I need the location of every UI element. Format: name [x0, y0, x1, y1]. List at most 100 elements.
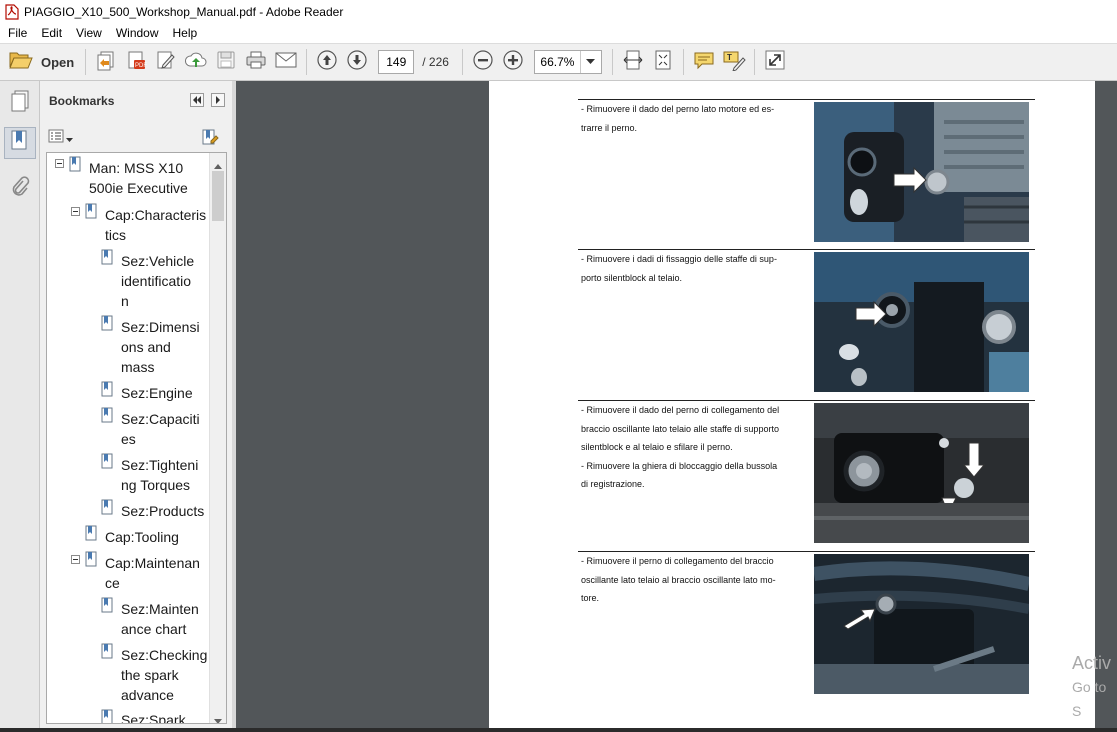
zoom-in-button[interactable]: [498, 47, 528, 77]
toolbar-separator: [461, 49, 463, 75]
open-button[interactable]: Open: [0, 47, 80, 77]
tree-collapse-toggle[interactable]: [55, 159, 64, 168]
chevron-down-icon[interactable]: [581, 59, 601, 65]
text-line: - Rimuovere il dado del perno lato motor…: [581, 104, 775, 114]
toolbar-separator: [85, 49, 87, 75]
step-3-photo: [814, 403, 1029, 543]
bookmark-sez-maintenance-chart[interactable]: Sez:Mainten ance chart: [121, 599, 199, 639]
toolbar-separator: [306, 49, 308, 75]
bookmark-man-mss-x10[interactable]: Man: MSS X10 500ie Executive: [89, 158, 188, 198]
bookmark-line: Sez:Dimensi: [121, 319, 200, 335]
menu-help[interactable]: Help: [166, 26, 205, 40]
bookmark-cap-maintenance[interactable]: Cap:Maintenan ce: [105, 553, 200, 593]
page-thumbnails-button[interactable]: [4, 87, 36, 119]
menu-file[interactable]: File: [0, 26, 34, 40]
email-button[interactable]: [271, 47, 301, 77]
tree-collapse-toggle[interactable]: [71, 207, 80, 216]
step-4-text: - Rimuovere il perno di collegamento del…: [581, 552, 809, 608]
bookmark-line: mass: [121, 359, 155, 375]
zoom-value: 66.7%: [535, 51, 581, 73]
create-pdf-icon: [95, 49, 117, 76]
fit-page-button[interactable]: [648, 47, 678, 77]
bookmark-options-button[interactable]: [48, 129, 73, 148]
collapse-panel-button[interactable]: [190, 93, 204, 107]
bookmark-cap-characteristics[interactable]: Cap:Characteris tics: [105, 205, 206, 245]
tree-scrollbar-thumb[interactable]: [212, 171, 224, 221]
print-button[interactable]: [241, 47, 271, 77]
window-title: PIAGGIO_X10_500_Workshop_Manual.pdf - Ad…: [24, 4, 344, 19]
arrow-down-circle-icon: [346, 49, 368, 76]
zoom-select[interactable]: 66.7%: [533, 50, 602, 74]
svg-text:T: T: [727, 53, 732, 62]
step-1-photo: [814, 102, 1029, 242]
text-line: braccio oscillante lato telaio alle staf…: [581, 423, 779, 434]
bookmarks-panel: Bookmarks Man: MSS X10 500ie Executive C…: [40, 81, 232, 732]
bookmark-line: Sez:Engine: [121, 385, 193, 401]
step-3-text: - Rimuovere il dado del perno di collega…: [581, 401, 809, 494]
bookmark-line: 500ie Executive: [89, 180, 188, 196]
bookmark-icon: [101, 249, 113, 265]
page-total-label: / 226: [422, 55, 449, 69]
title-bar: PIAGGIO_X10_500_Workshop_Manual.pdf - Ad…: [0, 0, 1117, 23]
bookmarks-title: Bookmarks: [49, 94, 115, 108]
document-viewer[interactable]: - Rimuovere il dado del perno lato motor…: [236, 81, 1117, 732]
expand-panel-button[interactable]: [211, 93, 225, 107]
zoom-out-button[interactable]: [468, 47, 498, 77]
toolbar-separator: [753, 49, 755, 75]
export-pdf-button[interactable]: PDF: [121, 47, 151, 77]
menu-edit[interactable]: Edit: [34, 26, 69, 40]
bookmark-sez-dimensions[interactable]: Sez:Dimensi ons and mass: [121, 317, 200, 377]
pdf-page: - Rimuovere il dado del perno lato motor…: [489, 81, 1095, 732]
text-line: - Rimuovere il perno di collegamento del…: [581, 556, 774, 566]
bookmark-line: Sez:Tighteni: [121, 457, 199, 473]
create-pdf-button[interactable]: [91, 47, 121, 77]
tree-scrollbar[interactable]: [209, 153, 226, 723]
bookmark-sez-spark[interactable]: Sez:Spark: [121, 710, 186, 724]
menu-bar: File Edit View Window Help: [0, 23, 1117, 43]
attachments-button[interactable]: [4, 173, 36, 205]
bookmark-icon: [10, 129, 30, 158]
tree-collapse-toggle[interactable]: [71, 555, 80, 564]
bookmarks-tab-button[interactable]: [4, 127, 36, 159]
bookmark-line: Man: MSS X10: [89, 160, 184, 176]
bookmark-line: ance chart: [121, 621, 187, 637]
speech-bubble-icon: [693, 50, 715, 75]
scroll-down-icon[interactable]: [214, 712, 222, 723]
bookmark-line: n: [121, 293, 129, 309]
bookmark-sez-checking-spark-advance[interactable]: Sez:Checking the spark advance: [121, 645, 207, 705]
menu-window[interactable]: Window: [109, 26, 166, 40]
bookmark-sez-tightening-torques[interactable]: Sez:Tighteni ng Torques: [121, 455, 198, 495]
fit-width-icon: [622, 49, 644, 76]
bookmark-line: Sez:Mainten: [121, 601, 199, 617]
next-page-button[interactable]: [342, 47, 372, 77]
bookmark-line: Sez:Spark: [121, 712, 186, 724]
bookmark-sez-vehicle-identification[interactable]: Sez:Vehicle identificatio n: [121, 251, 194, 311]
bookmarks-header: Bookmarks: [40, 81, 232, 121]
watermark-line-1: Activ: [1072, 653, 1112, 673]
edit-pdf-button[interactable]: [151, 47, 181, 77]
page-number-input[interactable]: 149: [378, 50, 415, 74]
menu-view[interactable]: View: [69, 26, 109, 40]
bookmark-cap-tooling[interactable]: Cap:Tooling: [105, 527, 179, 547]
step-1-text: - Rimuovere il dado del perno lato motor…: [581, 100, 809, 137]
bookmark-line: ce: [105, 575, 120, 591]
bookmark-sez-products[interactable]: Sez:Products: [121, 501, 204, 521]
bookmark-sez-engine[interactable]: Sez:Engine: [121, 383, 193, 403]
new-bookmark-button[interactable]: [201, 128, 219, 151]
fit-width-button[interactable]: [618, 47, 648, 77]
bookmark-sez-capacities[interactable]: Sez:Capaciti es: [121, 409, 200, 449]
bookmark-line: es: [121, 431, 136, 447]
previous-page-button[interactable]: [312, 47, 342, 77]
highlight-button[interactable]: T: [719, 47, 749, 77]
edit-pencil-icon: [155, 49, 177, 76]
printer-icon: [245, 50, 267, 75]
paperclip-icon: [10, 175, 30, 204]
bookmark-line: Sez:Capaciti: [121, 411, 200, 427]
fit-page-icon: [652, 49, 674, 76]
plus-circle-icon: [502, 49, 524, 76]
save-button[interactable]: [211, 47, 241, 77]
upload-button[interactable]: [181, 47, 211, 77]
full-screen-button[interactable]: [760, 47, 790, 77]
comment-button[interactable]: [689, 47, 719, 77]
bookmark-line: tics: [105, 227, 126, 243]
